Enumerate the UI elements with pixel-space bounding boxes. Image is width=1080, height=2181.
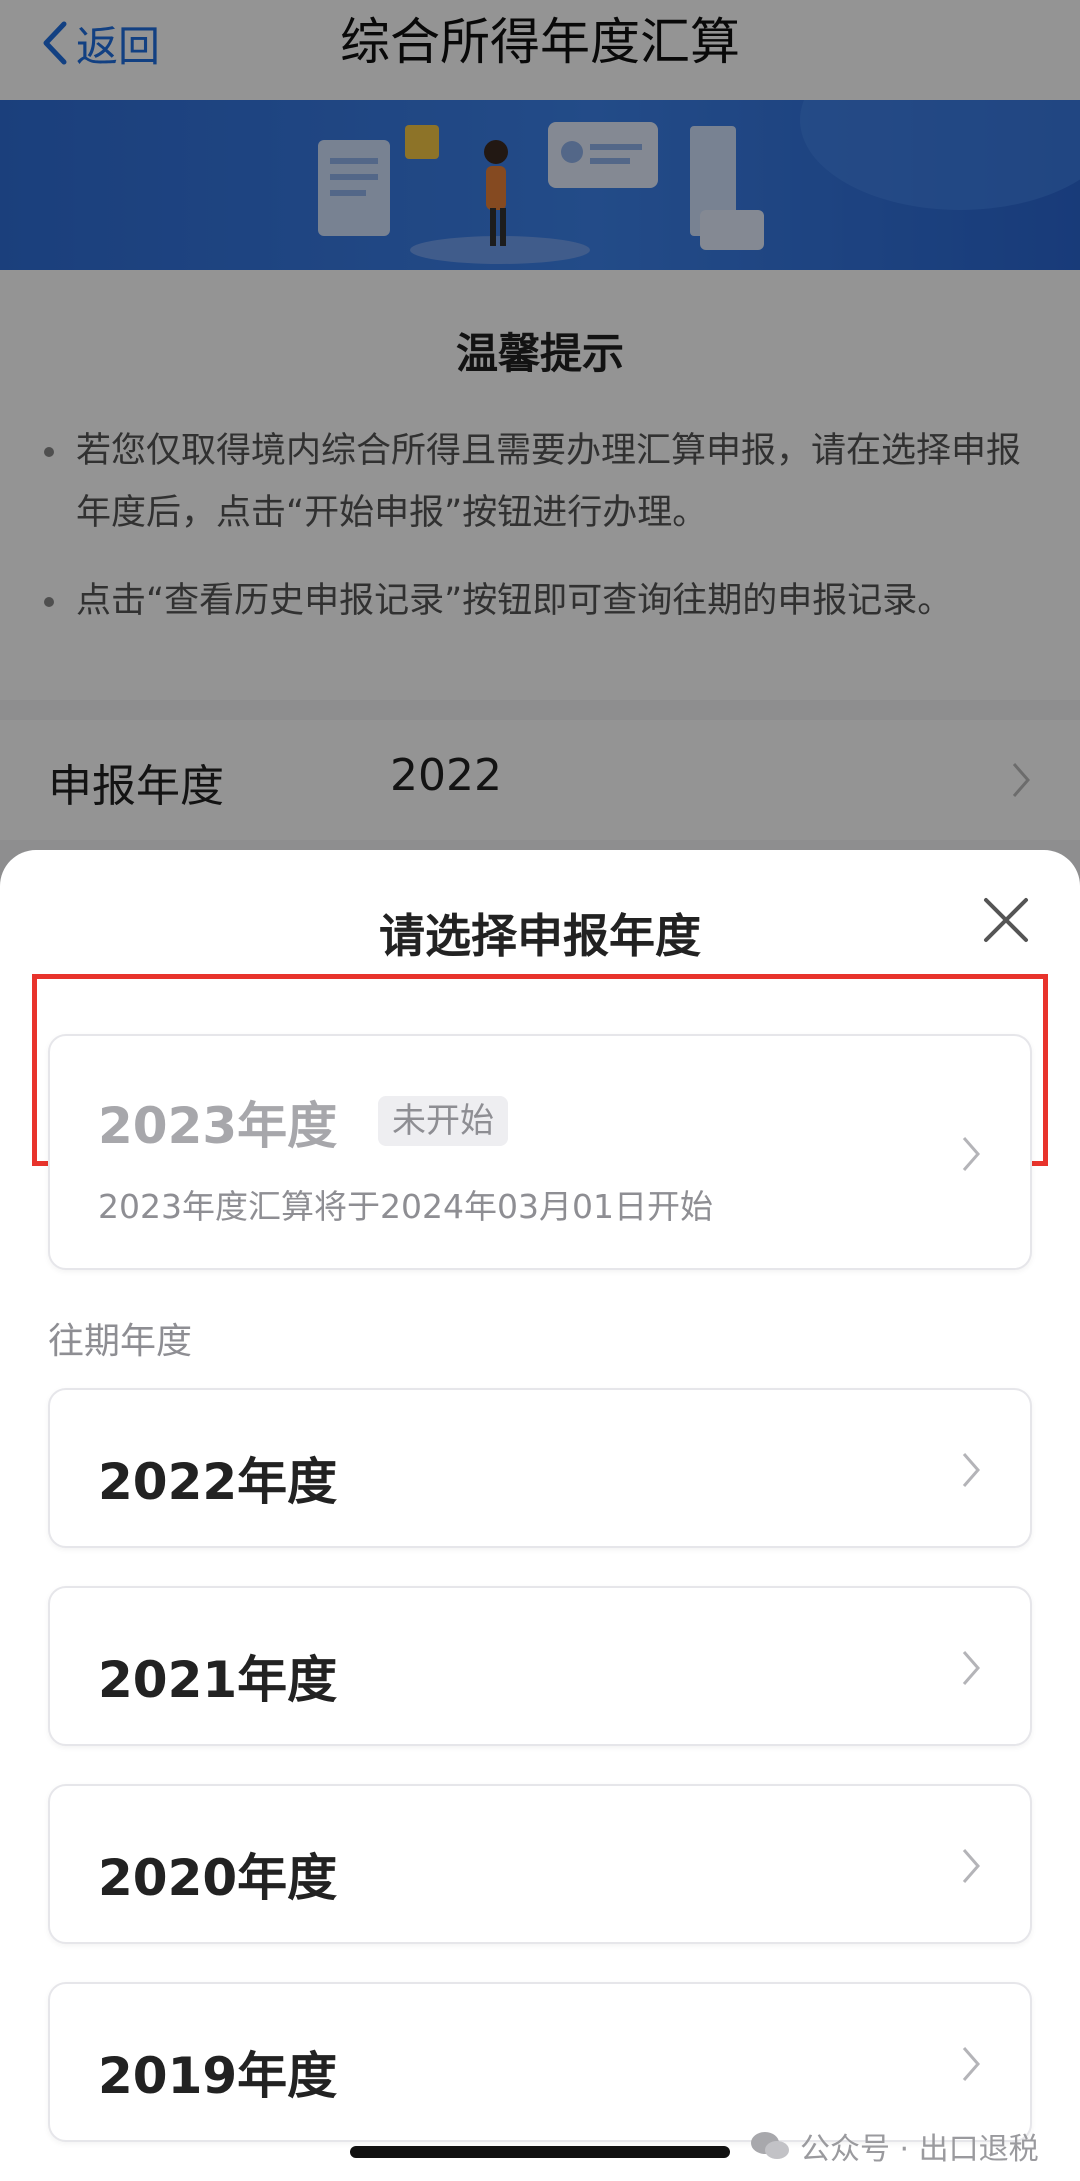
past-years-label: 往期年度 — [48, 1321, 193, 1362]
close-icon[interactable] — [978, 892, 1034, 948]
year-card-title: 2019年度 — [98, 2047, 338, 2105]
home-indicator[interactable] — [350, 2146, 730, 2158]
wechat-icon — [751, 2132, 789, 2159]
watermark-text: 公众号 · 出口退税 — [800, 2132, 1039, 2167]
watermark: 公众号 · 出口退税 — [750, 2126, 1039, 2167]
year-card-title: 2021年度 — [98, 1651, 338, 1709]
year-card-subtitle: 2023年度汇算将于2024年03月01日开始 — [98, 1187, 713, 1226]
chevron-right-icon — [962, 2047, 980, 2081]
chevron-right-icon — [962, 1849, 980, 1883]
status-badge: 未开始 — [378, 1096, 508, 1146]
year-card-2020[interactable]: 2020年度 — [48, 1784, 1032, 1944]
year-card-title: 2020年度 — [98, 1849, 338, 1907]
year-card-2019[interactable]: 2019年度 — [48, 1982, 1032, 2142]
year-picker-sheet: 请选择申报年度 2023年度 未开始 2023年度汇算将于2024年03月01日… — [0, 850, 1080, 2181]
sheet-title: 请选择申报年度 — [379, 909, 701, 963]
chevron-right-icon — [962, 1453, 980, 1487]
chevron-right-icon — [962, 1651, 980, 1685]
year-card-title: 2022年度 — [98, 1453, 338, 1511]
year-card-title: 2023年度 — [98, 1097, 338, 1155]
chevron-right-icon — [962, 1137, 980, 1171]
year-card-current[interactable]: 2023年度 未开始 2023年度汇算将于2024年03月01日开始 — [48, 1034, 1032, 1270]
year-card-2021[interactable]: 2021年度 — [48, 1586, 1032, 1746]
year-card-2022[interactable]: 2022年度 — [48, 1388, 1032, 1548]
